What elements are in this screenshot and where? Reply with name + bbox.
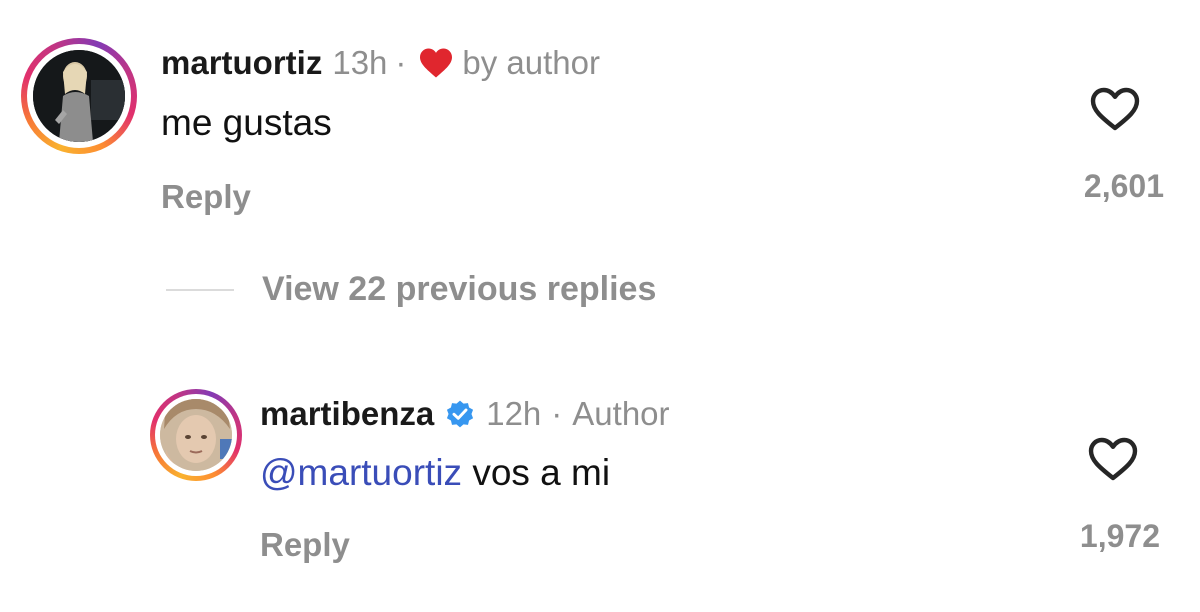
comment-body: vos a mi: [462, 452, 611, 493]
replies-divider: [166, 289, 234, 291]
liked-by-author-label: by author: [462, 44, 600, 81]
meta-separator: ·: [551, 395, 563, 432]
heart-outline-icon[interactable]: [1089, 86, 1141, 137]
avatar[interactable]: [33, 50, 125, 142]
avatar-photo: [160, 399, 232, 471]
heart-outline-icon[interactable]: [1087, 436, 1139, 487]
like-count: 2,601: [1083, 168, 1164, 204]
mention-link[interactable]: @martuortiz: [260, 452, 462, 493]
meta-separator: ·: [395, 44, 407, 81]
comment-text: me gustas: [161, 102, 332, 143]
reply-button[interactable]: Reply: [161, 178, 251, 216]
like-count: 1,972: [1079, 518, 1160, 554]
comment-username[interactable]: martibenza: [260, 395, 434, 433]
comment-time: 13h: [332, 44, 388, 81]
verified-badge-icon: [444, 398, 476, 430]
comment-username[interactable]: martuortiz: [161, 44, 322, 82]
comment-time: 12h: [486, 395, 542, 432]
author-label: Author: [572, 395, 670, 432]
comment-thread: martuortiz 13h · by author me gustas Rep…: [0, 0, 1200, 612]
reply-button[interactable]: Reply: [260, 526, 350, 564]
avatar-photo: [33, 50, 125, 142]
view-previous-replies-button[interactable]: View 22 previous replies: [262, 270, 656, 309]
comment-text: @martuortiz vos a mi: [260, 452, 610, 494]
heart-filled-icon: [418, 47, 454, 79]
avatar[interactable]: [160, 399, 232, 471]
